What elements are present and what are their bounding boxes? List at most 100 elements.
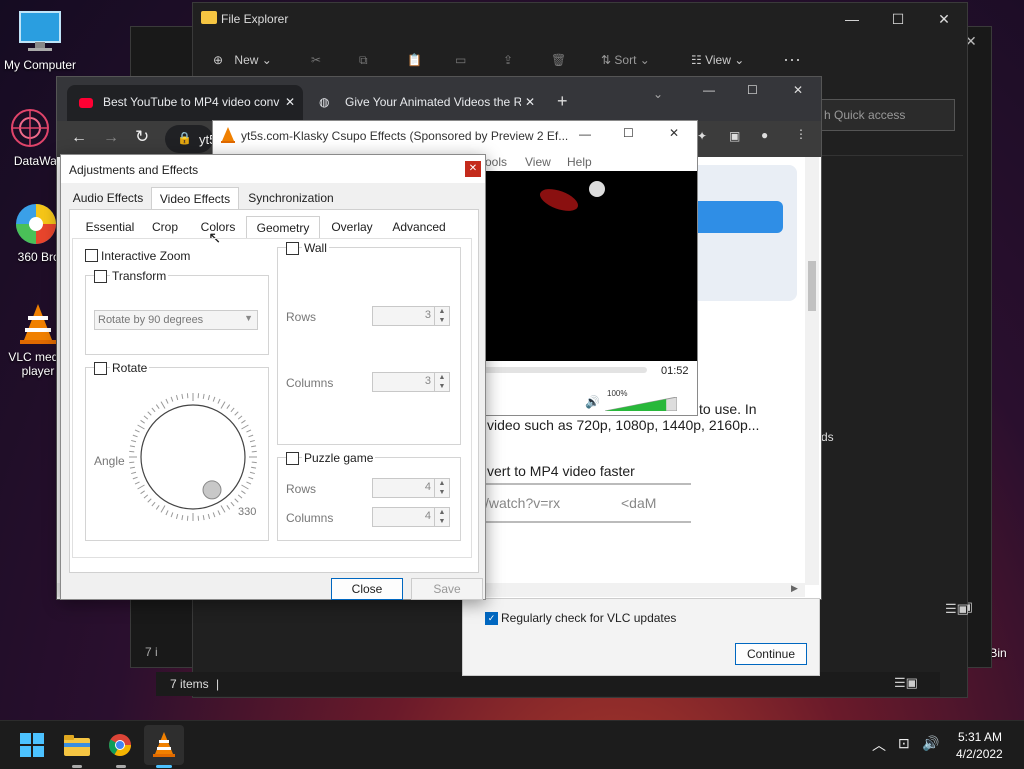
plus-circle-icon: ⊕: [213, 53, 223, 67]
seek-bar[interactable]: [483, 367, 647, 373]
puzzle-rows-spinbox[interactable]: 4 ▲▼: [372, 478, 450, 498]
close-button[interactable]: ✕: [793, 83, 803, 97]
tab-advanced[interactable]: Advanced: [384, 216, 454, 238]
close-button[interactable]: ✕: [921, 3, 967, 35]
clock-date[interactable]: 4/2/2022: [956, 747, 1003, 761]
close-tab-icon[interactable]: ✕: [281, 85, 295, 119]
volume-slider[interactable]: [605, 397, 677, 411]
tab-give-animated[interactable]: ◍ Give Your Animated Videos the R ✕: [309, 85, 543, 121]
close-tab-icon[interactable]: ✕: [521, 85, 535, 119]
top-tab-row: Audio Effects Video Effects Synchronizat…: [65, 187, 481, 209]
network-icon[interactable]: ⊡: [898, 735, 910, 752]
dial-tick: [218, 510, 220, 515]
tab-strip: Best YouTube to MP4 video conv ✕ ◍ Give …: [57, 77, 821, 121]
new-tab-icon[interactable]: +: [557, 91, 568, 112]
update-label: Regularly check for VLC updates: [501, 611, 676, 625]
forward-icon[interactable]: →: [103, 129, 119, 147]
wall-columns-spinbox[interactable]: 3 ▲▼: [372, 372, 450, 392]
paste-icon[interactable]: 📋: [407, 53, 422, 67]
menu-view[interactable]: View: [525, 155, 551, 169]
transform-checkbox[interactable]: [94, 270, 107, 283]
chrome-taskbar-icon[interactable]: [108, 733, 132, 760]
search-box[interactable]: h Quick access: [819, 99, 955, 131]
address-bar[interactable]: 🔒 yt5: [165, 125, 213, 153]
delete-icon[interactable]: 🗑: [551, 53, 566, 67]
maximize-button[interactable]: ☐: [623, 126, 634, 140]
menu-icon[interactable]: ⋮: [795, 127, 807, 141]
status-text: 7 items: [170, 677, 209, 691]
url-input[interactable]: /watch?v=rx <daM: [483, 483, 691, 523]
extensions-icon[interactable]: ✦: [697, 129, 707, 143]
tab-video-effects[interactable]: Video Effects: [151, 187, 239, 210]
maximize-button[interactable]: ☐: [875, 3, 921, 35]
spin-arrows-icon[interactable]: ▲▼: [434, 307, 449, 325]
view-toggle-icon[interactable]: ☰▣: [894, 675, 918, 691]
spin-arrows-icon[interactable]: ▲▼: [434, 479, 449, 497]
new-button[interactable]: ⊕ New ⌄: [213, 53, 272, 67]
side-panel-icon[interactable]: ▣: [729, 129, 740, 143]
dial-tick: [231, 408, 234, 412]
rotate-select[interactable]: Rotate by 90 degrees ▼: [94, 310, 258, 330]
tab-overlay[interactable]: Overlay: [320, 216, 384, 238]
close-button[interactable]: ✕: [465, 161, 481, 177]
more-options-icon[interactable]: ···: [783, 49, 801, 70]
angle-dial[interactable]: [126, 390, 260, 524]
rename-icon[interactable]: ▭: [455, 53, 466, 67]
scroll-right-icon[interactable]: ▶: [791, 583, 798, 594]
share-icon[interactable]: ⇪: [503, 53, 513, 67]
status-divider: |: [216, 677, 219, 691]
close-dialog-button[interactable]: Close: [331, 578, 403, 600]
minimize-button[interactable]: —: [829, 3, 875, 35]
vlc-taskbar-button[interactable]: [144, 725, 184, 765]
vertical-scrollbar[interactable]: [805, 157, 819, 585]
tab-geometry[interactable]: Geometry: [246, 216, 320, 239]
copy-icon[interactable]: ⧉: [359, 53, 368, 68]
minimize-button[interactable]: —: [703, 83, 715, 97]
puzzle-checkbox[interactable]: [286, 452, 299, 465]
dial-knob[interactable]: [203, 481, 221, 499]
continue-button[interactable]: Continue: [735, 643, 807, 665]
cut-icon[interactable]: ✂: [311, 53, 321, 67]
interactive-zoom-checkbox[interactable]: [85, 249, 98, 262]
file-explorer-taskbar-icon[interactable]: [64, 735, 90, 760]
dial-tick: [231, 502, 234, 506]
tab-essential[interactable]: Essential: [80, 216, 140, 238]
profile-icon[interactable]: ●: [761, 128, 768, 142]
tab-best-youtube[interactable]: Best YouTube to MP4 video conv ✕: [67, 85, 303, 121]
sort-button[interactable]: ⇅ Sort ⌄: [601, 53, 650, 67]
puzzle-columns-spinbox[interactable]: 4 ▲▼: [372, 507, 450, 527]
view-button[interactable]: ☷ View ⌄: [691, 53, 744, 67]
dial-tick: [246, 482, 251, 484]
tab-audio-effects[interactable]: Audio Effects: [69, 187, 147, 209]
clock-time[interactable]: 5:31 AM: [958, 730, 1002, 744]
rotate-checkbox[interactable]: [94, 362, 107, 375]
desktop-icon-my-computer[interactable]: My Computer: [0, 10, 80, 72]
dial-tick: [241, 485, 248, 489]
wall-rows-spinbox[interactable]: 3 ▲▼: [372, 306, 450, 326]
tab-search-icon[interactable]: ⌄: [653, 87, 663, 101]
geometry-content: Interactive Zoom Transform Rotate by 90 …: [72, 238, 472, 558]
tab-crop[interactable]: Crop: [140, 216, 190, 238]
update-checkbox[interactable]: ✓: [485, 612, 498, 625]
chevron-up-icon[interactable]: ︿: [872, 735, 886, 755]
close-button[interactable]: ✕: [669, 126, 679, 140]
scroll-thumb[interactable]: [808, 261, 816, 311]
title-bar: File Explorer — ☐ ✕: [193, 3, 967, 35]
spin-arrows-icon[interactable]: ▲▼: [434, 508, 449, 526]
reload-icon[interactable]: ↻: [135, 127, 149, 147]
start-windows-icon[interactable]: [20, 733, 44, 760]
speaker-icon[interactable]: 🔊: [585, 395, 600, 409]
vlc-cone-icon: [221, 127, 235, 146]
tab-synchronization[interactable]: Synchronization: [243, 187, 339, 209]
view-toggle-icon[interactable]: ☰▣: [945, 601, 969, 617]
volume-icon[interactable]: 🔊: [922, 735, 939, 752]
back-icon[interactable]: ←: [71, 129, 87, 147]
wall-checkbox[interactable]: [286, 242, 299, 255]
save-button[interactable]: Save: [411, 578, 483, 600]
dial-tick: [135, 430, 140, 432]
menu-help[interactable]: Help: [567, 155, 592, 169]
minimize-button[interactable]: —: [579, 127, 591, 141]
maximize-button[interactable]: ☐: [747, 83, 758, 97]
window-title: File Explorer: [221, 12, 288, 26]
spin-arrows-icon[interactable]: ▲▼: [434, 373, 449, 391]
